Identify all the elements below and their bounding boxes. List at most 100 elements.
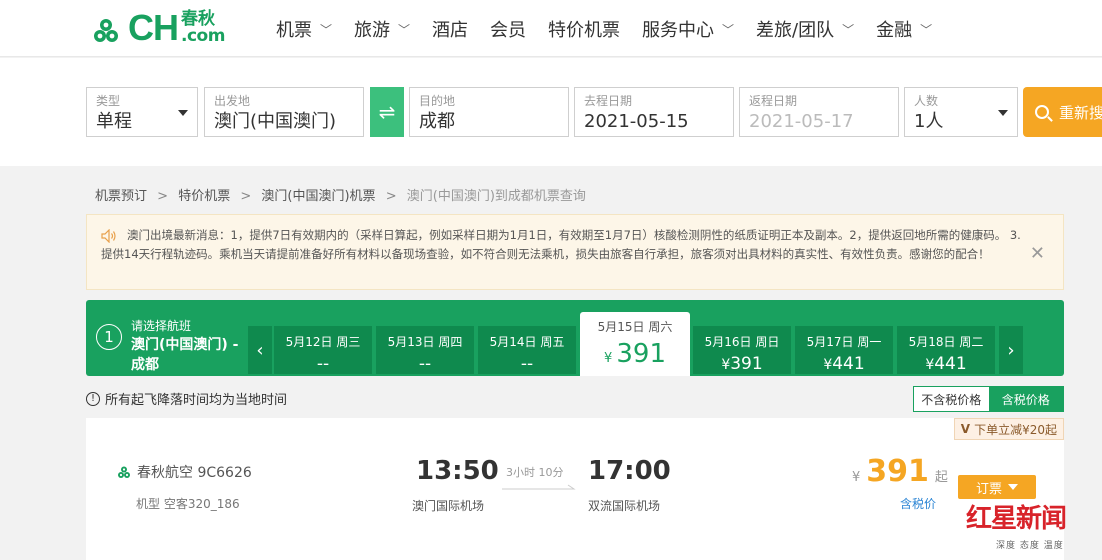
search-icon bbox=[1035, 105, 1049, 119]
research-button[interactable]: 重新搜索 bbox=[1023, 87, 1102, 137]
field-value: 1人 bbox=[914, 111, 944, 132]
tax-excluded-option[interactable]: 不含税价格 bbox=[914, 387, 989, 411]
field-value: 澳门(中国澳门) bbox=[214, 111, 337, 132]
main-nav: 机票 ﹀ 旅游 ﹀ 酒店 会员 特价机票 服务中心 ﹀ 差旅/团队 ﹀ 金融 ﹀ bbox=[276, 16, 954, 42]
departure-time: 13:50 bbox=[416, 456, 499, 486]
field-label: 目的地 bbox=[419, 94, 456, 108]
swap-cities-button[interactable]: ⇌ bbox=[370, 87, 404, 137]
currency: ¥ bbox=[925, 357, 935, 373]
top-navbar: CH 春秋 .com 机票 ﹀ 旅游 ﹀ 酒店 会员 特价机票 服务中心 ﹀ 差旅/团… bbox=[0, 0, 1102, 57]
next-dates-button[interactable]: › bbox=[999, 326, 1023, 374]
chevron-down-icon: ﹀ bbox=[398, 22, 411, 37]
caret-down-icon bbox=[178, 110, 188, 116]
date-price: -- bbox=[376, 354, 474, 374]
return-date-input[interactable]: 返程日期 2021-05-17 bbox=[739, 87, 899, 137]
origin-input[interactable]: 出发地 澳门(中国澳门) bbox=[204, 87, 364, 137]
currency: ¥ bbox=[852, 470, 861, 485]
swap-icon: ⇌ bbox=[378, 100, 396, 124]
info-icon: ! bbox=[86, 391, 100, 406]
date-price: ¥391 bbox=[693, 354, 791, 374]
date-price: ¥ 391 bbox=[580, 339, 690, 369]
nav-item-hotel[interactable]: 酒店 bbox=[432, 16, 468, 42]
airline-flight-number: 春秋航空 9C6626 bbox=[137, 465, 252, 481]
date-price: ¥441 bbox=[795, 354, 893, 374]
field-value: 成都 bbox=[419, 111, 455, 132]
tax-price-link[interactable]: 含税价 bbox=[900, 495, 936, 512]
timezone-text: 所有起飞降落时间均为当地时间 bbox=[105, 393, 288, 408]
flight-card: V 下单立减¥20起 春秋航空 9C6626 机型 空客320_186 13:5… bbox=[86, 418, 1064, 560]
timezone-note: ! 所有起飞降落时间均为当地时间 bbox=[86, 389, 287, 408]
tax-included-option[interactable]: 含税价格 bbox=[988, 387, 1063, 411]
chevron-left-icon: ‹ bbox=[256, 339, 264, 361]
price-value: -- bbox=[520, 354, 534, 374]
date-price: -- bbox=[274, 354, 372, 374]
date-label: 5月12日 周三 bbox=[285, 335, 361, 349]
date-price: ¥441 bbox=[897, 354, 995, 374]
travel-notice: 澳门出境最新消息：1，提供7日有效期内的（采样日算起，例如采样日期为1月1日，有… bbox=[86, 214, 1064, 290]
nav-item-travel[interactable]: 旅游 ﹀ bbox=[354, 16, 410, 42]
breadcrumb-sep: > bbox=[157, 189, 169, 204]
nav-item-finance[interactable]: 金融 ﹀ bbox=[876, 16, 932, 42]
step-number: 1 bbox=[96, 324, 122, 350]
promo-badge: V 下单立减¥20起 bbox=[953, 418, 1064, 440]
field-value: 2021-05-15 bbox=[584, 111, 689, 132]
date-label: 5月14日 周五 bbox=[489, 335, 565, 349]
close-icon[interactable]: ✕ bbox=[1030, 243, 1045, 264]
passenger-count-select[interactable]: 人数 1人 bbox=[904, 87, 1018, 137]
caret-down-icon bbox=[998, 110, 1008, 116]
depart-date-input[interactable]: 去程日期 2021-05-15 bbox=[574, 87, 734, 137]
date-price: -- bbox=[478, 354, 576, 374]
caret-down-icon bbox=[1008, 484, 1018, 490]
nav-label: 酒店 bbox=[432, 20, 469, 41]
chevron-down-icon: ﹀ bbox=[920, 22, 933, 37]
price-suffix: 起 bbox=[934, 470, 948, 485]
step-label: 请选择航班 bbox=[131, 319, 192, 333]
date-option-selected[interactable]: 5月15日 周六 ¥ 391 bbox=[580, 312, 690, 376]
breadcrumb-item[interactable]: 机票预订 bbox=[95, 189, 147, 204]
arrival-airport: 双流国际机场 bbox=[588, 499, 661, 513]
book-label: 订票 bbox=[975, 481, 1002, 497]
logo-com-text: .com bbox=[181, 26, 225, 46]
date-option[interactable]: 5月17日 周一 ¥441 bbox=[795, 326, 893, 374]
nav-item-service[interactable]: 服务中心 ﹀ bbox=[642, 16, 734, 42]
airline-info: 春秋航空 9C6626 bbox=[116, 462, 252, 482]
field-label: 去程日期 bbox=[584, 94, 633, 108]
price-value: 391 bbox=[730, 354, 763, 374]
date-option[interactable]: 5月13日 周四 -- bbox=[376, 326, 474, 374]
nav-item-flights[interactable]: 机票 ﹀ bbox=[276, 16, 332, 42]
nav-item-special-fares[interactable]: 特价机票 bbox=[548, 16, 620, 42]
trip-type-select[interactable]: 类型 单程 bbox=[86, 87, 198, 137]
aircraft-type: 机型 空客320_186 bbox=[136, 497, 240, 511]
speaker-icon bbox=[101, 229, 116, 243]
nav-item-business-travel[interactable]: 差旅/团队 ﹀ bbox=[756, 16, 854, 42]
site-logo[interactable]: CH 春秋 .com bbox=[88, 8, 225, 48]
book-button[interactable]: 订票 bbox=[958, 475, 1036, 499]
breadcrumb-item[interactable]: 特价机票 bbox=[178, 189, 230, 204]
chevron-down-icon: ﹀ bbox=[842, 22, 855, 37]
nav-item-member[interactable]: 会员 bbox=[490, 16, 526, 42]
nav-label: 金融 bbox=[876, 20, 913, 41]
notice-text: 澳门出境最新消息：1，提供7日有效期内的（采样日算起，例如采样日期为1月1日，有… bbox=[101, 228, 1021, 261]
prev-dates-button[interactable]: ‹ bbox=[248, 326, 272, 374]
destination-input[interactable]: 目的地 成都 bbox=[409, 87, 569, 137]
field-label: 人数 bbox=[914, 94, 939, 108]
breadcrumb-sep: > bbox=[240, 189, 252, 204]
spring-airlines-logo-icon bbox=[94, 19, 118, 42]
date-option[interactable]: 5月12日 周三 -- bbox=[274, 326, 372, 374]
date-option[interactable]: 5月14日 周五 -- bbox=[478, 326, 576, 374]
date-option[interactable]: 5月16日 周日 ¥391 bbox=[693, 326, 791, 374]
nav-label: 旅游 bbox=[354, 20, 391, 41]
departure-airport: 澳门国际机场 bbox=[412, 499, 485, 513]
price-value: 391 bbox=[866, 454, 929, 489]
field-label: 类型 bbox=[96, 94, 121, 108]
price-value: -- bbox=[316, 354, 330, 374]
nav-label: 服务中心 bbox=[642, 20, 715, 41]
breadcrumb-item[interactable]: 澳门(中国澳门)机票 bbox=[261, 189, 375, 204]
date-selector: 1 请选择航班 澳门(中国澳门) - 成都 ‹ 5月12日 周三 -- 5月13… bbox=[86, 300, 1064, 376]
news-watermark: 红星新闻 深度 态度 温度 bbox=[966, 498, 1096, 558]
nav-label: 机票 bbox=[276, 20, 312, 41]
duration-arrow-icon bbox=[502, 484, 576, 490]
breadcrumb-sep: > bbox=[385, 189, 397, 204]
date-option[interactable]: 5月18日 周二 ¥441 bbox=[897, 326, 995, 374]
field-value: 单程 bbox=[96, 111, 132, 132]
